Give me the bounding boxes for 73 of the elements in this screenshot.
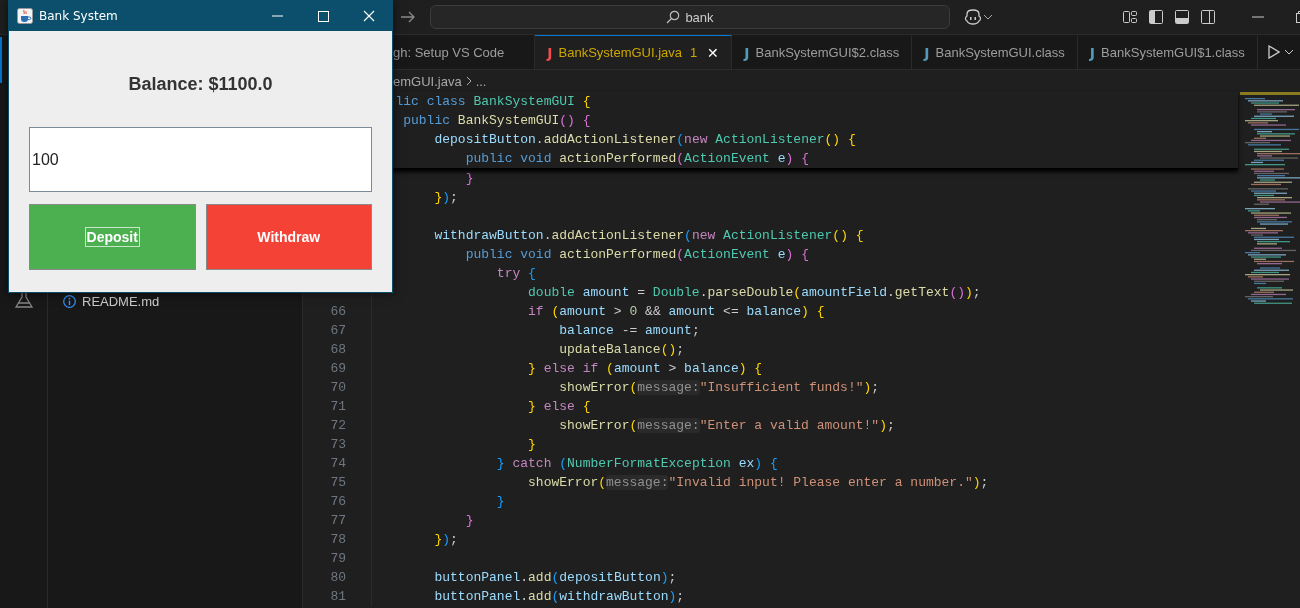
code-line: balance -= amount;: [559, 322, 700, 340]
code-line: public void actionPerformed(ActionEvent e) {: [465, 150, 809, 168]
secondary-sidebar-icon[interactable]: [1200, 9, 1216, 25]
code-line: lic class BankSystemGUI {: [395, 93, 591, 111]
withdraw-button[interactable]: Withdraw: [205, 204, 372, 270]
chevron-down-icon: [983, 14, 993, 20]
line-number: 74: [330, 456, 346, 471]
forward-arrow-icon[interactable]: [400, 11, 416, 23]
code-line: public void actionPerformed(ActionEvent e) {: [465, 246, 809, 264]
line-number: 69: [330, 361, 346, 376]
robot-icon: [964, 9, 982, 25]
java-file-icon: J: [744, 44, 750, 61]
layout-icon[interactable]: [1122, 9, 1138, 25]
breadcrumb-item[interactable]: emGUI.java: [393, 73, 462, 89]
line-number: 79: [330, 551, 346, 566]
close-icon[interactable]: [363, 10, 375, 22]
line-number: 75: [330, 475, 346, 490]
chevron-down-icon[interactable]: [1284, 49, 1294, 55]
code-line: buttonPanel.add(depositButton);: [434, 569, 677, 587]
code-line: }: [528, 436, 536, 454]
code-line: } else if (amount > balance) {: [528, 360, 763, 378]
line-number: 78: [330, 532, 346, 547]
line-number: 80: [330, 570, 346, 585]
balance-label: Balance: $1100.0: [128, 74, 273, 95]
chevron-right-icon: [465, 76, 472, 86]
window-title: Bank System: [39, 9, 118, 23]
search-icon: [666, 10, 681, 24]
code-line: public BankSystemGUI() {: [403, 112, 591, 130]
java-file-icon: J: [1089, 44, 1096, 61]
copilot-menu[interactable]: [964, 9, 993, 25]
line-number: 73: [330, 437, 346, 452]
run-icon[interactable]: [1268, 45, 1280, 59]
file-item[interactable]: README.md: [48, 291, 302, 311]
line-number: 72: [330, 418, 346, 433]
line-number: 81: [330, 589, 346, 604]
code-line: double amount = Double.parseDouble(amountField.getText());: [528, 284, 981, 302]
code-line: buttonPanel.add(withdrawButton);: [434, 588, 685, 606]
sidebar-toggle-icon[interactable]: [1148, 9, 1164, 25]
close-icon[interactable]: ✕: [707, 44, 720, 61]
code-line: });: [434, 189, 458, 207]
line-number: 77: [330, 513, 346, 528]
code-line: }: [465, 170, 474, 188]
line-number: 66: [330, 304, 346, 319]
code-line: }: [496, 493, 505, 511]
breadcrumb-item[interactable]: ...: [475, 73, 487, 89]
panel-toggle-icon[interactable]: [1174, 9, 1190, 25]
code-line: showError(message:"Enter a valid amount!");: [559, 417, 895, 435]
code-line: }: [465, 512, 474, 530]
code-line: } else {: [528, 398, 591, 416]
line-number: 67: [330, 323, 346, 338]
maximize-icon[interactable]: [317, 10, 329, 22]
code-line: showError(message:"Insufficient funds!");: [559, 379, 880, 397]
info-icon: [63, 294, 76, 308]
line-number: 76: [330, 494, 346, 509]
editor-tab[interactable]: gh: Setup VS Code: [391, 35, 536, 69]
amount-field[interactable]: 100: [29, 127, 372, 192]
code-line: updateBalance();: [559, 341, 685, 359]
file-name: README.md: [82, 293, 160, 309]
code-line: } catch (NumberFormatException ex) {: [496, 455, 778, 473]
editor-tab[interactable]: J BankSystemGUI.java 1 ✕: [535, 35, 733, 69]
code-line: if (amount > 0 && amount <= balance) {: [528, 303, 825, 321]
code-line: });: [434, 531, 458, 549]
code-line: withdrawButton.addActionListener(new ActionListener() {: [434, 227, 864, 245]
java-file-icon: J: [547, 44, 553, 61]
line-number: 68: [330, 342, 346, 357]
line-number: 70: [330, 380, 346, 395]
coffee-cup-icon: [17, 8, 33, 24]
line-number: 71: [330, 399, 346, 414]
code-line: try {: [496, 265, 536, 283]
code-line: showError(message:"Invalid input! Please enter a number.");: [528, 474, 989, 492]
search-field[interactable]: bank: [430, 5, 950, 29]
java-file-icon: J: [924, 44, 930, 61]
code-line: depositButton.addActionListener(new ActionListener() {: [434, 131, 856, 149]
